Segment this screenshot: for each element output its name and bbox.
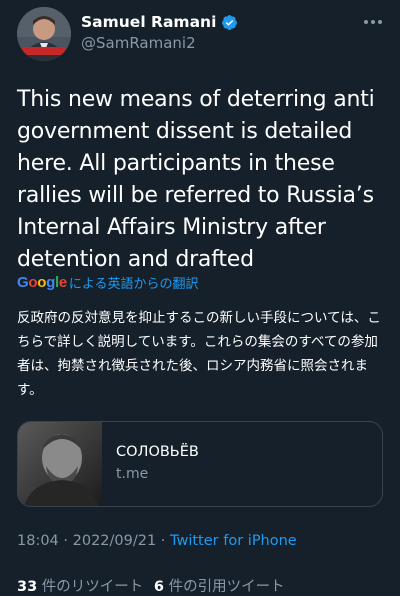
link-card-thumbnail [18, 422, 102, 506]
avatar-image [17, 7, 71, 61]
author-handle[interactable]: @SamRamani2 [81, 34, 196, 52]
link-card-title: СОЛОВЬЁВ [116, 444, 199, 460]
author-name[interactable]: Samuel Ramani [81, 13, 216, 31]
tweet-header: Samuel Ramani @SamRamani2 [0, 0, 400, 66]
link-card-domain: t.me [116, 466, 149, 482]
author-name-row[interactable]: Samuel Ramani [81, 13, 238, 31]
tweet-meta: 18:04 · 2022/09/21 · Twitter for iPhone [17, 533, 297, 549]
translation-attribution[interactable]: Google による英語からの翻訳 [17, 273, 199, 292]
retweets-label: 件のリツイート [37, 579, 144, 595]
meta-separator: · [156, 533, 171, 549]
tweet-time[interactable]: 18:04 [17, 533, 59, 549]
translated-text: 反政府の反対意見を抑止するこの新しい手段については、こちらで詳しく説明しています… [17, 310, 381, 398]
meta-separator: · [58, 533, 73, 549]
quotes-label: 件の引用ツイート [164, 579, 285, 595]
more-options-icon[interactable] [360, 12, 386, 32]
retweets-count: 33 [17, 579, 38, 595]
tweet-text: This new means of deterring anti governm… [17, 87, 375, 272]
author-avatar[interactable] [17, 7, 71, 61]
link-card[interactable]: СОЛОВЬЁВ t.me [17, 421, 383, 507]
translation-label[interactable]: による英語からの翻訳 [69, 273, 199, 292]
tweet-stats: 33 件のリツイート 6 件の引用ツイート [17, 575, 285, 596]
tweet-date[interactable]: 2022/09/21 [73, 533, 157, 549]
google-logo: Google [17, 274, 67, 291]
quotes-stat[interactable]: 6 件の引用ツイート [154, 579, 285, 595]
quotes-count: 6 [153, 579, 164, 595]
retweets-stat[interactable]: 33 件のリツイート [17, 579, 143, 595]
verified-badge-icon [221, 14, 238, 31]
tweet-source-link[interactable]: Twitter for iPhone [170, 533, 297, 549]
